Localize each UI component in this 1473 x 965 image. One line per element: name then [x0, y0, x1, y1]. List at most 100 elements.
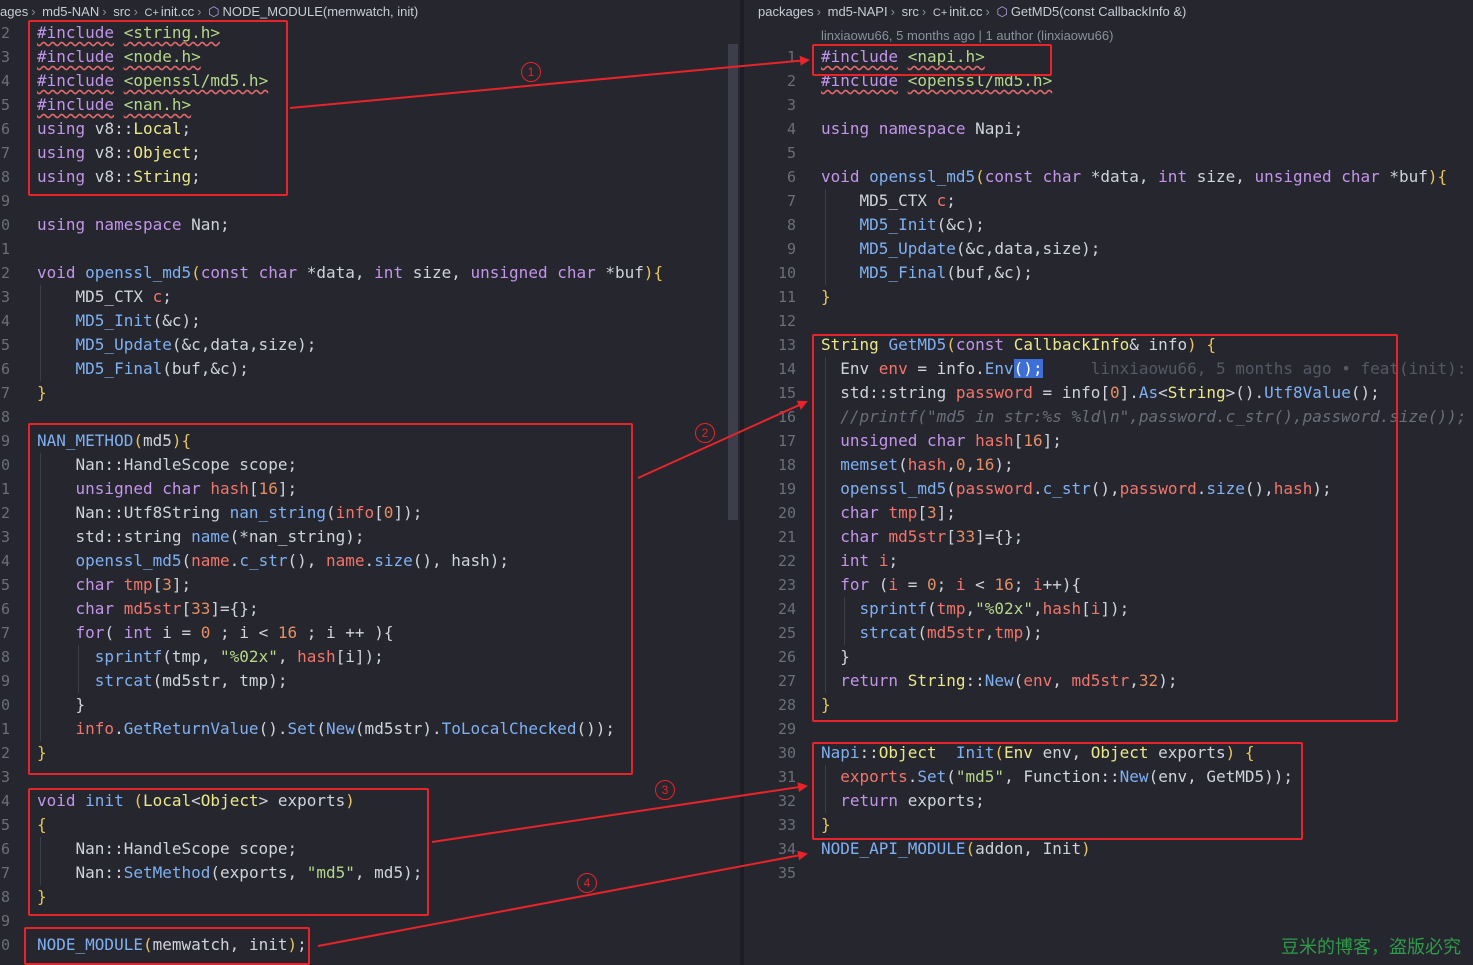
- code-text[interactable]: MD5_Init(&c);: [37, 309, 201, 333]
- right-editor-pane[interactable]: packages › md5-NAPI › src › C+ init.cc › ⬡ Get…: [744, 0, 1473, 965]
- code-text[interactable]: using namespace Napi;: [821, 117, 1023, 141]
- line-number[interactable]: 3: [0, 525, 10, 549]
- line-number[interactable]: 22: [772, 549, 796, 573]
- code-text[interactable]: sprintf(tmp,"%02x",hash[i]);: [821, 597, 1130, 621]
- code-text[interactable]: char tmp[3];: [37, 573, 192, 597]
- code-text[interactable]: NODE_API_MODULE(addon, Init): [821, 837, 1091, 861]
- code-text[interactable]: Nan::SetMethod(exports, "md5", md5);: [37, 861, 423, 885]
- line-number[interactable]: 26: [772, 645, 796, 669]
- code-text[interactable]: MD5_Final(buf,&c);: [37, 357, 249, 381]
- code-text[interactable]: Env env = info.Env(); linxiaowu66, 5 mon…: [821, 357, 1466, 381]
- code-text[interactable]: }: [37, 381, 47, 405]
- breadcrumb-symbol[interactable]: NODE_MODULE(memwatch, init): [222, 4, 418, 19]
- line-number[interactable]: 8: [0, 885, 10, 909]
- line-number[interactable]: 15: [772, 381, 796, 405]
- code-text[interactable]: }: [821, 813, 831, 837]
- breadcrumb-item[interactable]: src: [902, 4, 919, 19]
- line-number[interactable]: 3: [0, 45, 10, 69]
- line-number[interactable]: 7: [772, 189, 796, 213]
- code-text[interactable]: strcat(md5str, tmp);: [37, 669, 288, 693]
- left-scrollbar-thumb[interactable]: [728, 44, 738, 520]
- line-number[interactable]: 8: [0, 645, 10, 669]
- line-number[interactable]: 2: [0, 261, 10, 285]
- code-text[interactable]: char tmp[3];: [821, 501, 956, 525]
- breadcrumb-file[interactable]: init.cc: [161, 4, 194, 19]
- line-number[interactable]: 28: [772, 693, 796, 717]
- code-text[interactable]: #include <napi.h>: [821, 45, 985, 69]
- line-number[interactable]: 34: [772, 837, 796, 861]
- code-text[interactable]: exports.Set("md5", Function::New(env, Ge…: [821, 765, 1293, 789]
- line-number[interactable]: 2: [772, 69, 796, 93]
- breadcrumb-item[interactable]: packages: [758, 4, 814, 19]
- code-text[interactable]: Nan::HandleScope scope;: [37, 837, 298, 861]
- line-number[interactable]: 27: [772, 669, 796, 693]
- code-text[interactable]: MD5_Update(&c,data,size);: [821, 237, 1101, 261]
- line-number[interactable]: 14: [772, 357, 796, 381]
- code-text[interactable]: MD5_CTX c;: [821, 189, 956, 213]
- code-text[interactable]: strcat(md5str,tmp);: [821, 621, 1043, 645]
- line-number[interactable]: 0: [0, 933, 10, 957]
- line-number[interactable]: 6: [0, 597, 10, 621]
- line-number[interactable]: 1: [772, 45, 796, 69]
- code-text[interactable]: for (i = 0; i < 16; i++){: [821, 573, 1081, 597]
- code-text[interactable]: #include <nan.h>: [37, 93, 191, 117]
- code-text[interactable]: }: [37, 885, 47, 909]
- code-text[interactable]: Nan::Utf8String nan_string(info[0]);: [37, 501, 423, 525]
- line-number[interactable]: 7: [0, 621, 10, 645]
- code-text[interactable]: char md5str[33]={};: [37, 597, 259, 621]
- code-text[interactable]: MD5_Final(buf,&c);: [821, 261, 1033, 285]
- line-number[interactable]: 3: [0, 285, 10, 309]
- line-number[interactable]: 3: [0, 765, 10, 789]
- line-number[interactable]: 8: [772, 213, 796, 237]
- line-number[interactable]: 31: [772, 765, 796, 789]
- line-number[interactable]: 2: [0, 501, 10, 525]
- line-number[interactable]: 5: [0, 813, 10, 837]
- code-text[interactable]: MD5_Update(&c,data,size);: [37, 333, 317, 357]
- code-text[interactable]: #include <openssl/md5.h>: [37, 69, 268, 93]
- code-text[interactable]: String GetMD5(const CallbackInfo& info) …: [821, 333, 1216, 357]
- line-number[interactable]: 5: [0, 93, 10, 117]
- code-text[interactable]: openssl_md5(password.c_str(),password.si…: [821, 477, 1331, 501]
- code-text[interactable]: openssl_md5(name.c_str(), name.size(), h…: [37, 549, 510, 573]
- breadcrumb-symbol[interactable]: GetMD5(const CallbackInfo &): [1011, 4, 1187, 19]
- line-number[interactable]: 21: [772, 525, 796, 549]
- code-text[interactable]: NODE_MODULE(memwatch, init);: [37, 933, 307, 957]
- line-number[interactable]: 2: [0, 741, 10, 765]
- code-text[interactable]: sprintf(tmp, "%02x", hash[i]);: [37, 645, 384, 669]
- line-number[interactable]: 5: [0, 573, 10, 597]
- line-number[interactable]: 33: [772, 813, 796, 837]
- line-number[interactable]: 6: [0, 837, 10, 861]
- line-number[interactable]: 4: [0, 789, 10, 813]
- code-text[interactable]: void init (Local<Object> exports): [37, 789, 355, 813]
- code-text[interactable]: using v8::String;: [37, 165, 201, 189]
- line-number[interactable]: 25: [772, 621, 796, 645]
- code-text[interactable]: std::string name(*nan_string);: [37, 525, 365, 549]
- code-text[interactable]: void openssl_md5(const char *data, int s…: [37, 261, 663, 285]
- code-text[interactable]: MD5_CTX c;: [37, 285, 172, 309]
- line-number[interactable]: 9: [772, 237, 796, 261]
- breadcrumb-item[interactable]: src: [113, 4, 130, 19]
- line-number[interactable]: 3: [772, 93, 796, 117]
- code-text[interactable]: }: [37, 741, 47, 765]
- line-number[interactable]: 6: [772, 165, 796, 189]
- code-text[interactable]: }: [37, 693, 86, 717]
- line-number[interactable]: 4: [0, 69, 10, 93]
- code-text[interactable]: using v8::Object;: [37, 141, 201, 165]
- line-number[interactable]: 4: [772, 117, 796, 141]
- line-number[interactable]: 1: [0, 477, 10, 501]
- code-text[interactable]: #include <string.h>: [37, 21, 220, 45]
- line-number[interactable]: 7: [0, 861, 10, 885]
- line-number[interactable]: 0: [0, 213, 10, 237]
- code-text[interactable]: info.GetReturnValue().Set(New(md5str).To…: [37, 717, 615, 741]
- code-text[interactable]: Napi::Object Init(Env env, Object export…: [821, 741, 1255, 765]
- line-number[interactable]: 6: [0, 357, 10, 381]
- line-number[interactable]: 32: [772, 789, 796, 813]
- code-text[interactable]: #include <openssl/md5.h>: [821, 69, 1052, 93]
- breadcrumb-item[interactable]: md5-NAPI: [828, 4, 888, 19]
- left-editor-pane[interactable]: ages › md5-NAN › src › C+ init.cc › ⬡ NODE_MOD…: [0, 0, 740, 965]
- line-number[interactable]: 5: [772, 141, 796, 165]
- line-number[interactable]: 7: [0, 141, 10, 165]
- code-text[interactable]: int i;: [821, 549, 898, 573]
- line-number[interactable]: 9: [0, 189, 10, 213]
- line-number[interactable]: 29: [772, 717, 796, 741]
